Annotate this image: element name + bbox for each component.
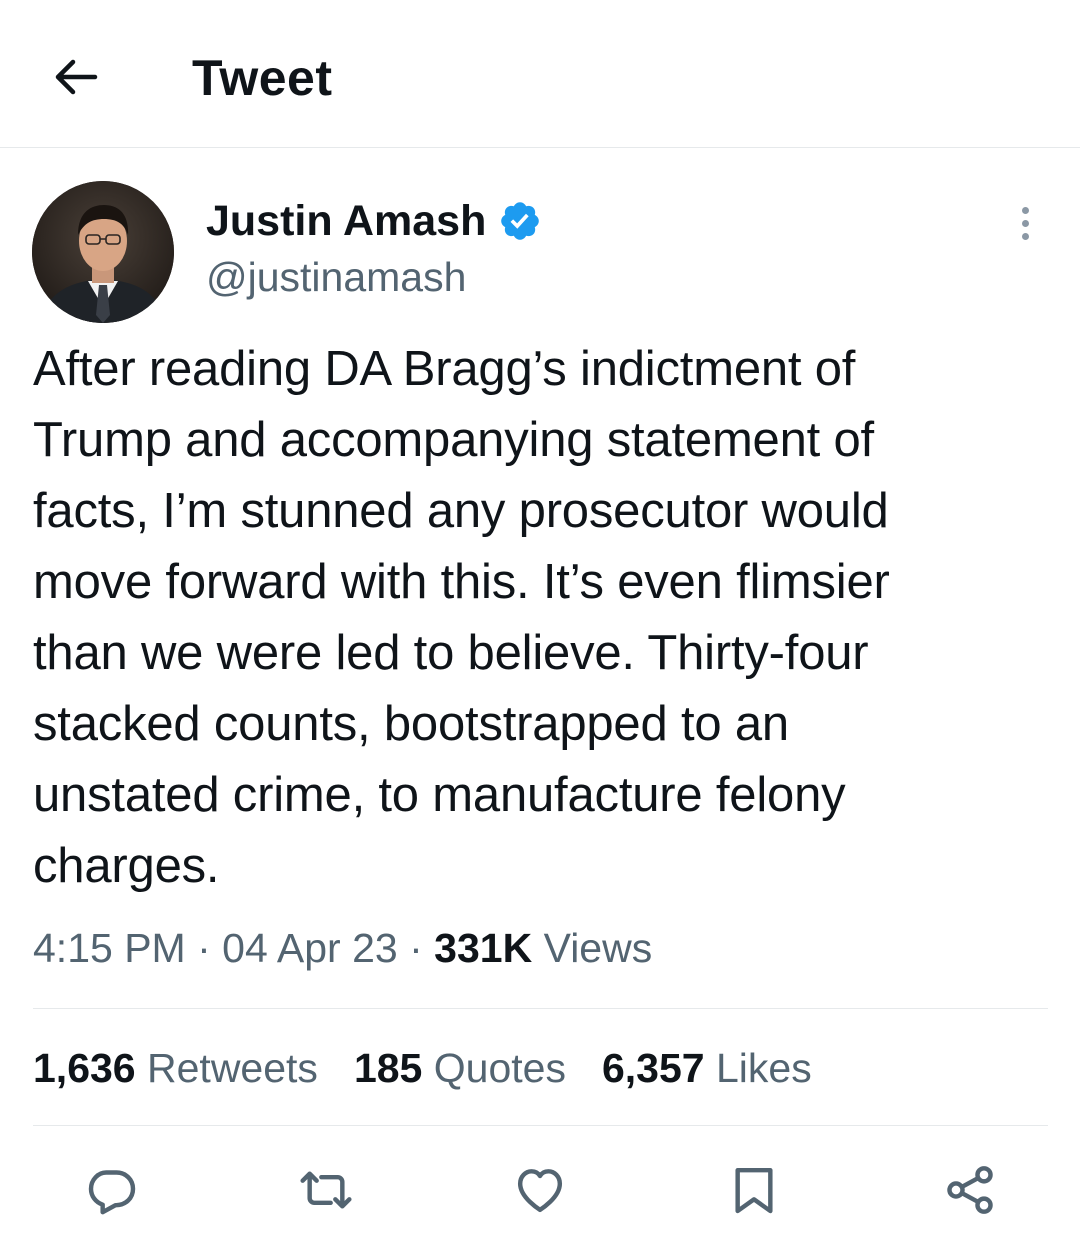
bookmark-button[interactable] xyxy=(722,1158,786,1222)
more-options-button[interactable] xyxy=(1002,200,1048,246)
quotes-count: 185 xyxy=(353,1045,423,1091)
back-button[interactable] xyxy=(40,42,110,112)
avatar[interactable] xyxy=(32,181,174,323)
retweets-stat[interactable]: 1,636 Retweets xyxy=(33,1040,318,1096)
views-label[interactable]: Views xyxy=(544,925,653,971)
meta-separator: · xyxy=(409,925,423,971)
reply-icon xyxy=(88,1170,136,1215)
tweet-detail-screen: Tweet Justin Amash @justinamash After re… xyxy=(0,0,1080,1256)
quotes-label: Quotes xyxy=(433,1045,566,1091)
share-icon xyxy=(947,1166,993,1214)
page-title: Tweet xyxy=(192,50,333,106)
retweets-label: Retweets xyxy=(147,1045,318,1091)
top-bar: Tweet xyxy=(0,0,1080,148)
author-name[interactable]: Justin Amash xyxy=(206,194,486,248)
retweet-button[interactable] xyxy=(294,1158,358,1222)
verified-badge-icon xyxy=(498,199,542,243)
author-handle[interactable]: @justinamash xyxy=(206,250,466,304)
author-name-row[interactable]: Justin Amash xyxy=(206,194,542,248)
likes-count: 6,357 xyxy=(601,1045,705,1091)
more-dot-icon xyxy=(1021,219,1029,227)
avatar-portrait-icon xyxy=(32,181,174,323)
share-button[interactable] xyxy=(938,1158,1002,1222)
likes-stat[interactable]: 6,357 Likes xyxy=(602,1040,812,1096)
likes-label: Likes xyxy=(715,1045,812,1091)
like-button[interactable] xyxy=(508,1158,572,1222)
tweet-meta: 4:15 PM · 04 Apr 23 · 331K Views xyxy=(33,920,652,976)
meta-separator: · xyxy=(197,925,211,971)
bookmark-icon xyxy=(735,1167,773,1214)
divider xyxy=(33,1125,1048,1126)
tweet-time: 4:15 PM xyxy=(33,925,186,971)
more-dot-icon xyxy=(1021,206,1029,214)
retweet-icon xyxy=(300,1171,352,1209)
divider xyxy=(33,1008,1048,1009)
tweet-text: After reading DA Bragg’s indictment of T… xyxy=(33,342,890,893)
reply-button[interactable] xyxy=(80,1158,144,1222)
engagement-stats: 1,636 Retweets 185 Quotes 6,357 Likes xyxy=(33,1040,812,1096)
like-icon xyxy=(517,1169,563,1213)
more-dot-icon xyxy=(1021,232,1029,240)
tweet-date: 04 Apr 23 xyxy=(222,925,398,971)
views-count[interactable]: 331K xyxy=(434,925,532,971)
quotes-stat[interactable]: 185 Quotes xyxy=(354,1040,566,1096)
retweets-count: 1,636 xyxy=(33,1045,136,1091)
arrow-left-icon xyxy=(55,59,98,95)
